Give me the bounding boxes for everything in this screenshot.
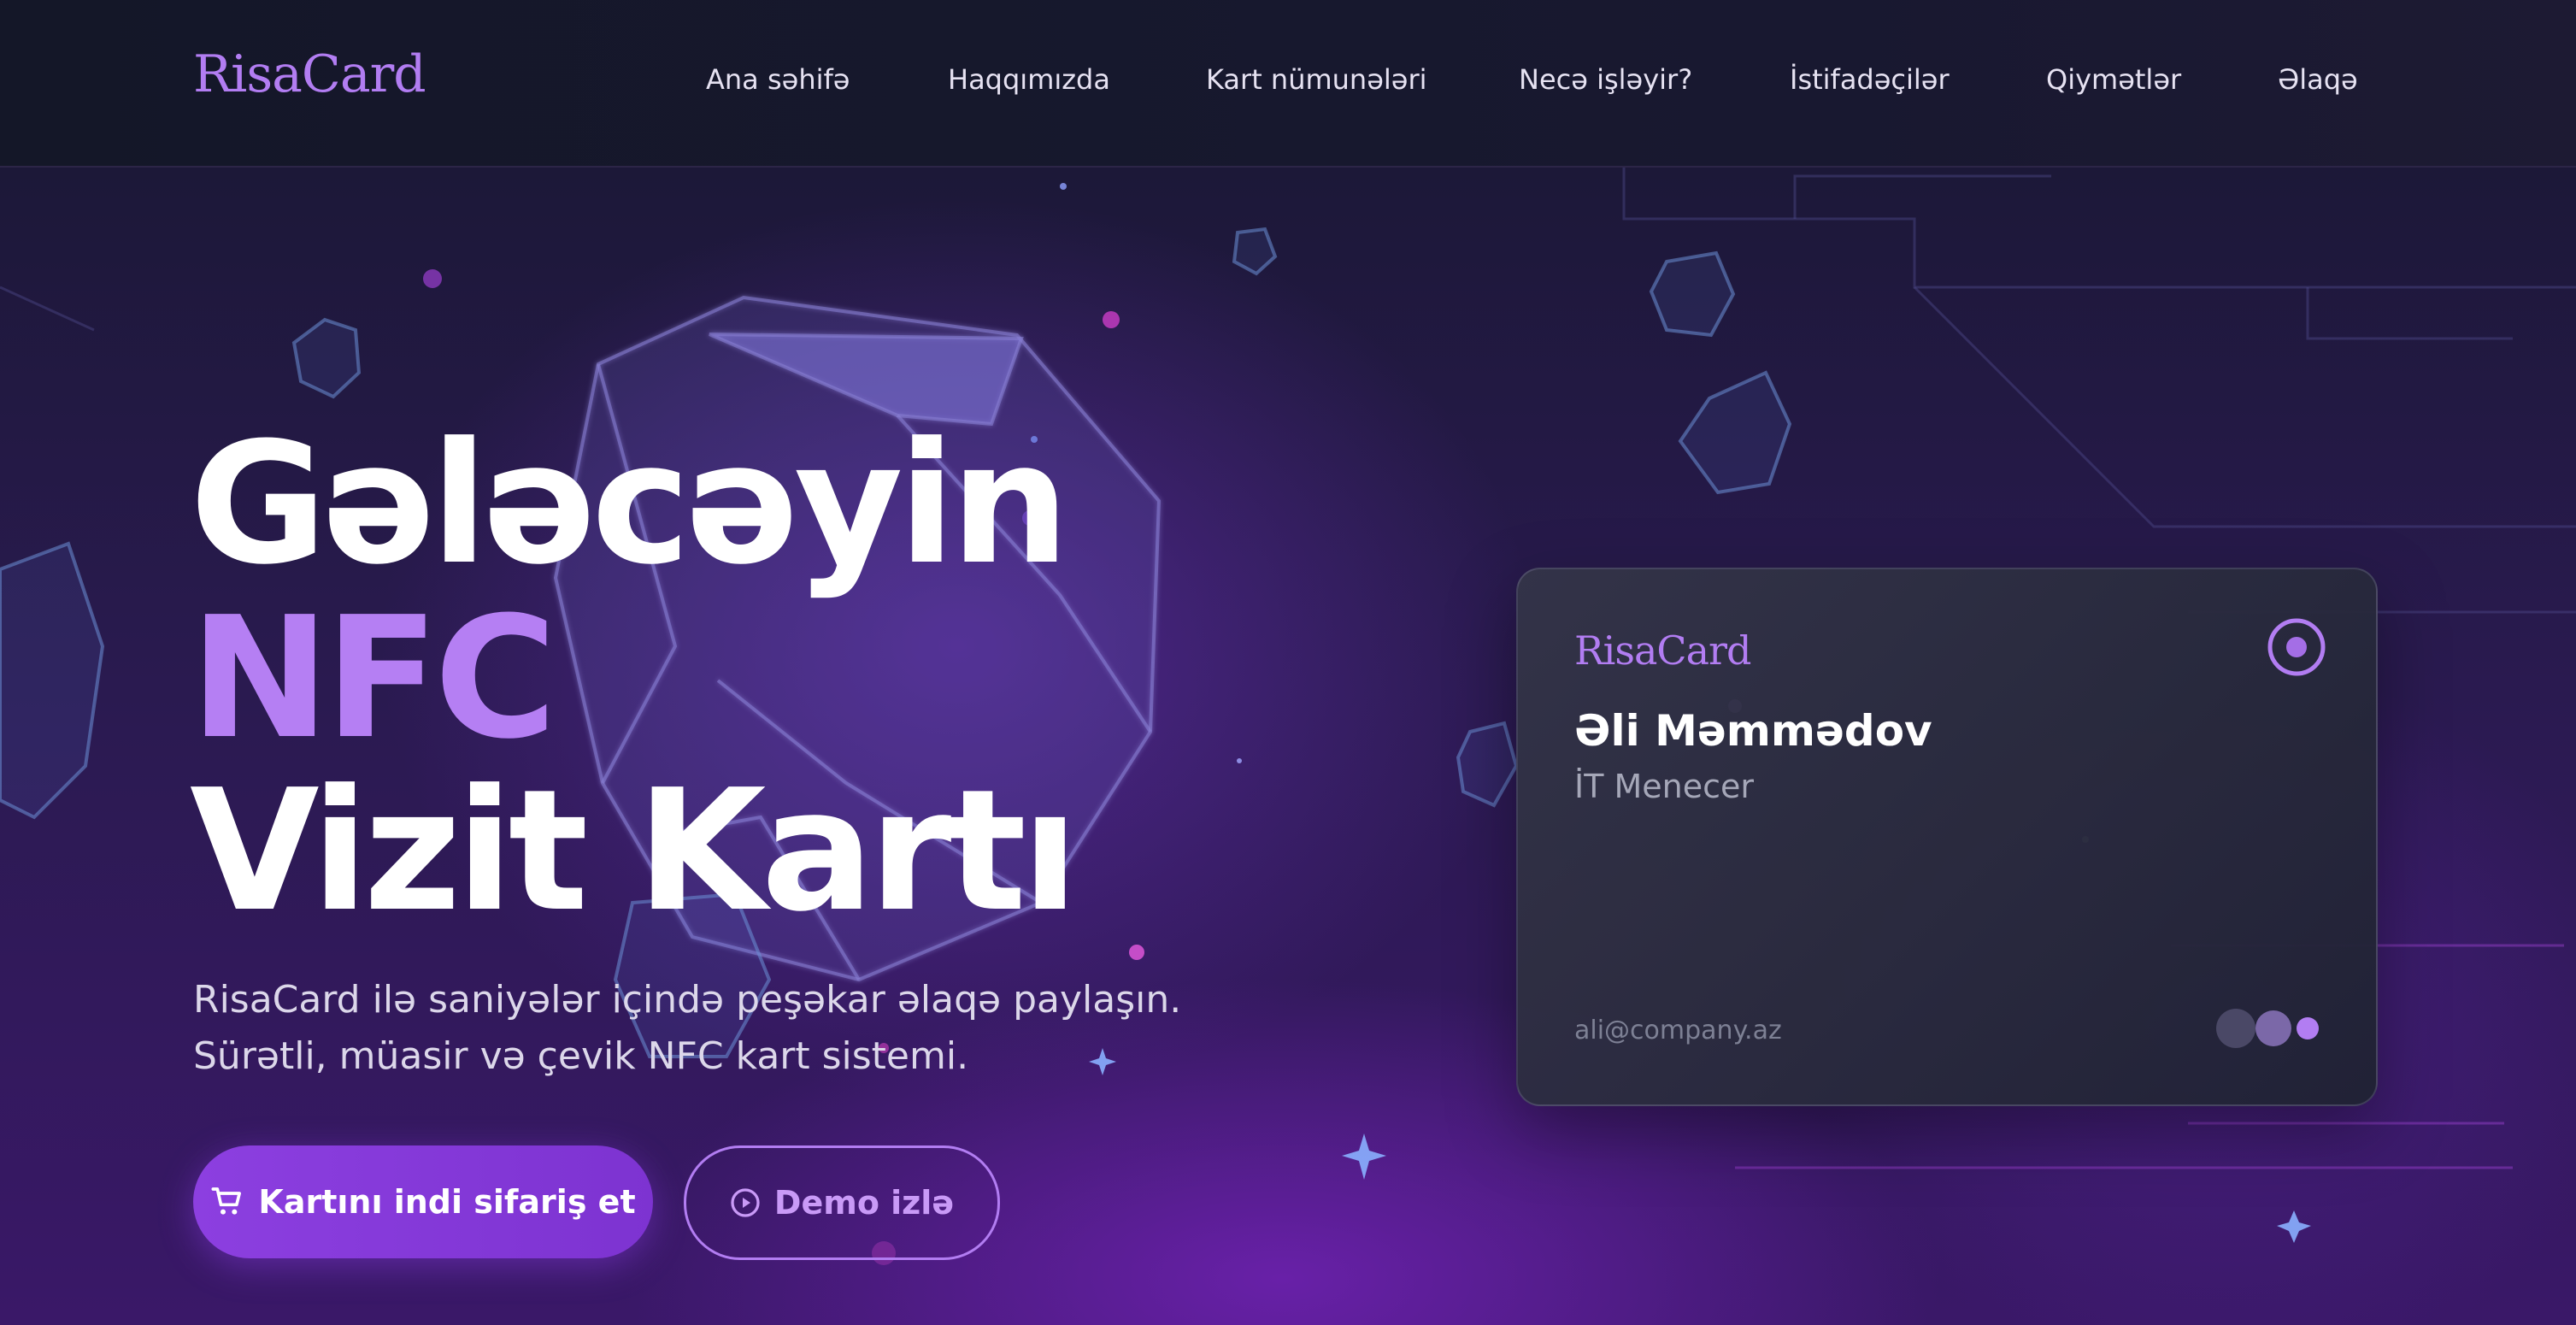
site-header: RisaCard Ana səhifə Haqqımızda Kart nümu… bbox=[0, 0, 2576, 168]
nfc-card-preview: RisaCard Əli Məmmədov İT Menecer ali@com… bbox=[1516, 568, 2378, 1106]
nfc-target-icon bbox=[2267, 618, 2326, 676]
card-decoration-dots bbox=[2216, 1009, 2319, 1048]
crystal-graphic-small bbox=[291, 317, 362, 399]
card-email: ali@company.az bbox=[1574, 1016, 1782, 1045]
order-card-button-label: Kartını indi sifariş et bbox=[258, 1183, 636, 1221]
hero-headline-line-1: Gələcəyin bbox=[190, 407, 1070, 602]
cart-icon bbox=[211, 1187, 242, 1215]
order-card-button[interactable]: Kartını indi sifariş et bbox=[193, 1145, 653, 1258]
hero-headline-line-3: Vizit Kartı bbox=[190, 754, 1079, 949]
play-circle-icon bbox=[731, 1188, 760, 1217]
hero-section: Gələcəyin NFC Vizit Kartı RisaCard ilə s… bbox=[0, 168, 2576, 1325]
nav-link-how-it-works[interactable]: Necə işləyir? bbox=[1519, 63, 1692, 96]
nav-link-card-samples[interactable]: Kart nümunələri bbox=[1206, 63, 1427, 96]
card-holder-role: İT Menecer bbox=[1574, 768, 1755, 805]
main-nav: Ana səhifə Haqqımızda Kart nümunələri Ne… bbox=[0, 63, 2576, 103]
hero-headline-line-2: NFC bbox=[190, 581, 557, 776]
card-logo: RisaCard bbox=[1574, 627, 1751, 674]
nav-link-pricing[interactable]: Qiymətlər bbox=[2046, 63, 2181, 96]
nav-link-about[interactable]: Haqqımızda bbox=[948, 63, 1110, 96]
nav-link-contact[interactable]: Əlaqə bbox=[2278, 63, 2358, 96]
hero-subtitle-line-2: Sürətli, müasir və çevik NFC kart sistem… bbox=[193, 1034, 969, 1078]
watch-demo-button-label: Demo izlə bbox=[773, 1184, 955, 1222]
watch-demo-button[interactable]: Demo izlə bbox=[684, 1145, 1000, 1260]
nav-link-users[interactable]: İstifadəçilər bbox=[1790, 63, 1950, 96]
hero-subtitle-line-1: RisaCard ilə saniyələr içində peşəkar əl… bbox=[193, 978, 1182, 1022]
nav-link-home[interactable]: Ana səhifə bbox=[706, 63, 850, 96]
card-holder-name: Əli Məmmədov bbox=[1574, 706, 1932, 756]
